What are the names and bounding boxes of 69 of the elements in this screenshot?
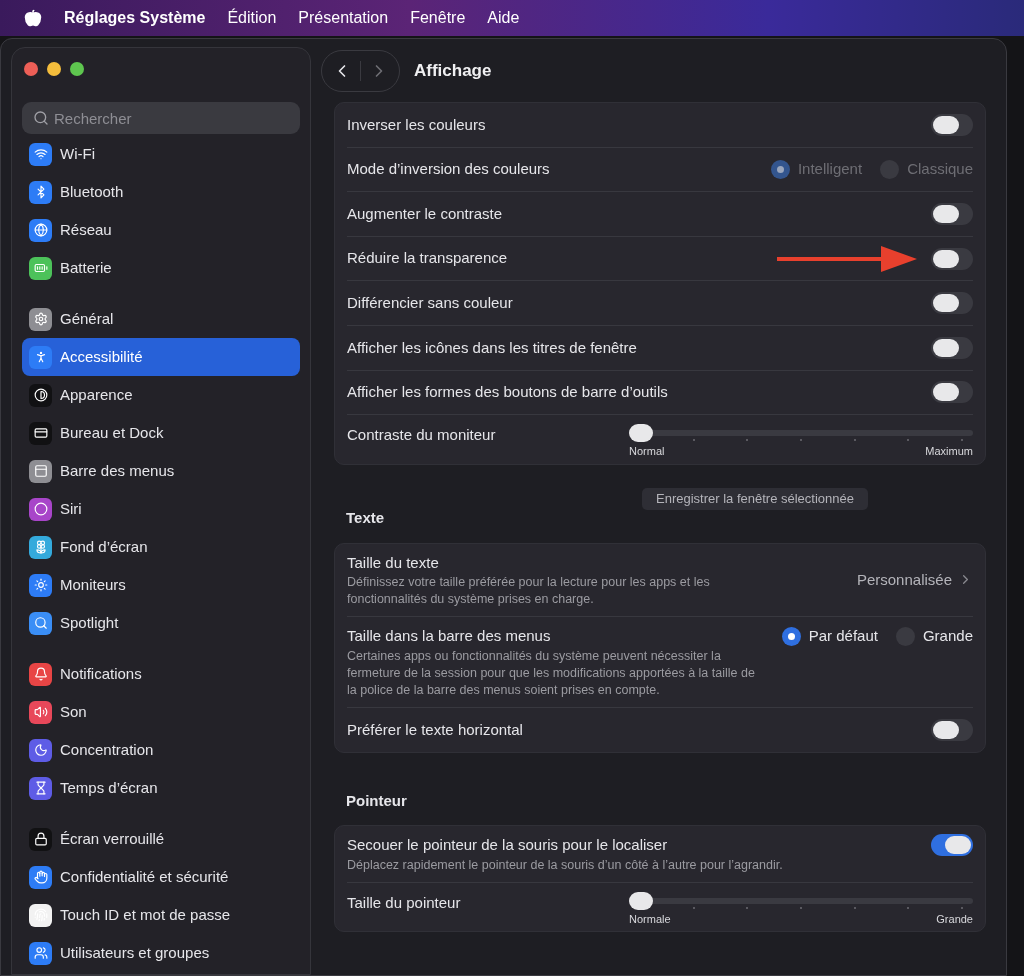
setting-label: Préférer le texte horizontal: [347, 719, 523, 740]
setting-description: Définissez votre taille préférée pour la lecture pour les apps et les fonctionnalités du système prises en charge.: [347, 574, 711, 609]
setting-description: Certaines apps ou fonctionnalités du système peuvent nécessiter la fermeture de la session pour que les modifications apportées à la taille de la police de la barre des menus soient prises en compte.: [347, 647, 756, 699]
setting-label: Afficher les icônes dans les titres de fenêtre: [347, 337, 637, 358]
slider-min-label: Normale: [629, 911, 671, 927]
sidebar-item[interactable]: Spotlight: [22, 604, 300, 642]
menu-item[interactable]: Présentation: [298, 6, 389, 30]
toggle-switch[interactable]: [931, 203, 973, 225]
setting-label: Différencier sans couleur: [347, 292, 513, 313]
menu-app-name[interactable]: Réglages Système: [64, 6, 206, 30]
save-window-button[interactable]: Enregistrer la fenêtre sélectionnée: [642, 487, 868, 510]
setting-description: Déplacez rapidement le pointeur de la souris d’un côté à l’autre pour l’agrandir.: [347, 856, 783, 874]
menu-item[interactable]: Édition: [227, 6, 277, 30]
toggle-switch[interactable]: [931, 113, 973, 136]
slider-min-label: Normal: [629, 444, 665, 460]
sidebar-item[interactable]: Écran verrouillé: [22, 820, 300, 858]
section-heading: Texte: [346, 508, 385, 529]
setting-label: Afficher les formes des boutons de barre d’outils: [347, 382, 668, 403]
radio-option[interactable]: Par défaut: [781, 625, 878, 648]
sidebar-item[interactable]: Wi-Fi: [22, 135, 300, 173]
setting-label: Taille du texte: [347, 552, 440, 573]
menu-item[interactable]: Fenêtre: [410, 6, 466, 30]
setting-label: Réduire la transparence: [347, 248, 508, 269]
setting-label: Contraste du moniteur: [347, 425, 496, 446]
minimize-button[interactable]: [47, 62, 61, 76]
sidebar-item[interactable]: Confidentialité et sécurité: [22, 858, 300, 896]
sidebar-item[interactable]: Fond d’écran: [22, 528, 300, 566]
sidebar-item[interactable]: Barre des menus: [22, 452, 300, 490]
sidebar-item[interactable]: Batterie: [22, 249, 300, 287]
sidebar-item[interactable]: Concentration: [22, 731, 300, 769]
setting-label: Mode d’inversion des couleurs: [347, 159, 550, 180]
setting-label: Secouer le pointeur de la souris pour le localiser: [347, 835, 669, 856]
sidebar-item[interactable]: Utilisateurs et groupes: [22, 934, 300, 972]
sidebar-item[interactable]: Apparence: [22, 376, 300, 414]
setting-label: Taille dans la barre des menus: [347, 626, 552, 647]
text-size-value[interactable]: Personnalisée: [856, 568, 973, 592]
sidebar-item[interactable]: Touch ID et mot de passe: [22, 896, 300, 934]
setting-label: Inverser les couleurs: [347, 114, 486, 135]
sidebar-item[interactable]: Moniteurs: [22, 566, 300, 604]
sidebar-item[interactable]: Réseau: [22, 211, 300, 249]
sidebar-item[interactable]: Temps d’écran: [22, 769, 300, 807]
apple-icon[interactable]: [24, 9, 42, 27]
toggle-switch[interactable]: [931, 381, 973, 404]
setting-label: Augmenter le contraste: [347, 203, 503, 224]
slider-thumb[interactable]: [629, 424, 653, 443]
search-field[interactable]: Rechercher: [22, 102, 300, 134]
toggle-switch[interactable]: [931, 718, 973, 741]
sidebar-item[interactable]: Siri: [22, 490, 300, 528]
toggle-switch[interactable]: [931, 247, 973, 270]
radio-option[interactable]: Grande: [895, 625, 973, 648]
page-title: Affichage: [414, 59, 492, 82]
sidebar-item[interactable]: Bluetooth: [22, 173, 300, 211]
sidebar-item[interactable]: Accessibilité: [22, 338, 300, 376]
close-button[interactable]: [24, 62, 38, 76]
zoom-button[interactable]: [70, 62, 84, 76]
toggle-switch[interactable]: [931, 834, 973, 857]
slider-max-label: Grande: [936, 911, 973, 927]
section-heading: Pointeur: [346, 790, 407, 811]
toggle-switch[interactable]: [931, 336, 973, 359]
slider-thumb[interactable]: [629, 891, 653, 910]
sidebar-item[interactable]: Bureau et Dock: [22, 414, 300, 452]
sidebar-item[interactable]: Son: [22, 693, 300, 731]
setting-label: Taille du pointeur: [347, 892, 461, 913]
search-icon: [33, 110, 49, 126]
slider-max-label: Maximum: [925, 444, 973, 460]
sidebar-item[interactable]: Général: [22, 300, 300, 338]
sidebar-item[interactable]: Notifications: [22, 655, 300, 693]
toggle-switch[interactable]: [931, 292, 973, 315]
menu-item[interactable]: Aide: [487, 6, 520, 30]
